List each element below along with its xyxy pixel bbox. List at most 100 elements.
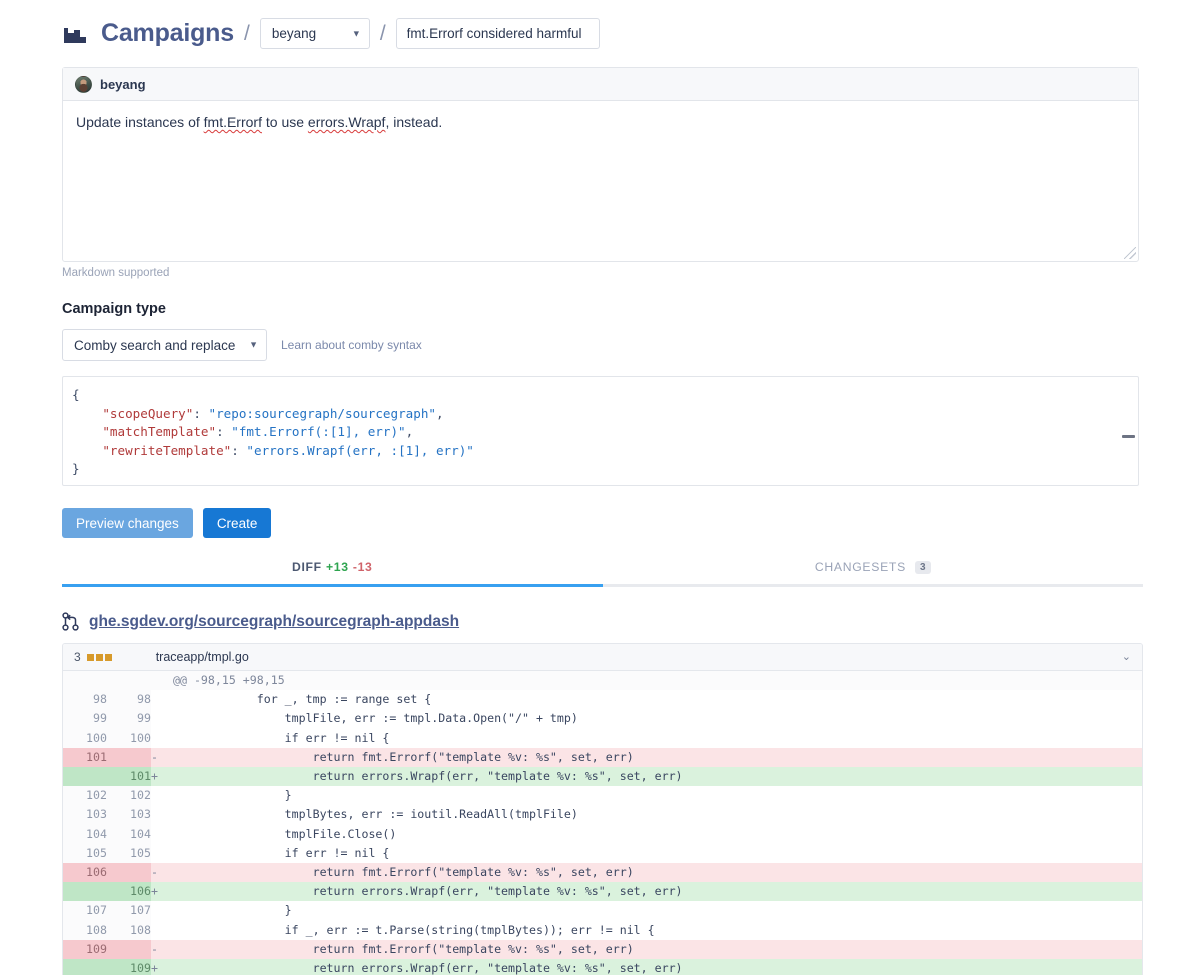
description-misspelled-2: errors.Wrapf	[307, 114, 386, 130]
campaign-spec-json-editor[interactable]: { "scopeQuery": "repo:sourcegraph/source…	[62, 376, 1139, 486]
json-value: "repo:sourcegraph/sourcegraph"	[208, 405, 436, 421]
editor-scroll-marker[interactable]	[1122, 435, 1135, 438]
json-value: "errors.Wrapf(err, :[1], err)"	[246, 442, 474, 458]
diff-line-number-new: 98	[107, 690, 151, 710]
file-diff-card: 3 traceapp/tmpl.go ⌄ @@ -98,15 +98,15 98 9…	[62, 643, 1143, 975]
diff-line-code: return errors.Wrapf(err, "template %v: %…	[173, 882, 1142, 902]
diff-row-del: 101 - return fmt.Errorf("template %v: %s"…	[63, 747, 1142, 768]
diff-row-add: 106 + return errors.Wrapf(err, "template …	[63, 882, 1142, 902]
campaign-editor-page: Campaigns / beyang ▼ / beyang Update ins…	[0, 0, 1200, 975]
diff-line-marker	[151, 824, 173, 844]
diff-line-number-new: 107	[107, 901, 151, 921]
diff-row-del: 106 - return fmt.Errorf("template %v: %s"…	[63, 863, 1142, 883]
diff-line-marker	[151, 901, 173, 921]
json-key: "matchTemplate"	[102, 424, 217, 440]
diff-line-code: for _, tmp := range set {	[173, 690, 1142, 710]
diff-line-code: if err != nil {	[173, 843, 1142, 864]
diff-row-hunk: @@ -98,15 +98,15	[63, 671, 1142, 691]
diff-line-number-old	[63, 767, 107, 787]
diff-line-number-new: 99	[107, 709, 151, 729]
tab-diff[interactable]: DIFF +13 -13	[62, 560, 603, 587]
chevron-down-icon[interactable]: ⌄	[1122, 651, 1131, 663]
json-editor-content: { "scopeQuery": "repo:sourcegraph/source…	[72, 386, 1138, 479]
diff-line-code: tmplFile, err := tmpl.Data.Open("/" + tm…	[173, 709, 1142, 729]
diff-line-number-new	[107, 939, 151, 960]
namespace-select[interactable]: beyang	[259, 18, 370, 49]
breadcrumb-separator-2: /	[379, 21, 386, 45]
breadcrumb: Campaigns / beyang ▼ /	[0, 0, 1200, 59]
changesets-count-badge: 3	[915, 561, 931, 574]
textarea-resize-handle[interactable]	[1124, 247, 1136, 259]
diff-line-number-old: 101	[63, 747, 107, 768]
json-key: "scopeQuery"	[102, 405, 194, 421]
diff-line-number-old	[63, 671, 107, 691]
diff-line-marker: +	[151, 767, 173, 787]
diff-line-number-old: 107	[63, 901, 107, 921]
create-button[interactable]: Create	[202, 508, 272, 538]
campaign-type-select[interactable]: Comby search and replace	[62, 329, 267, 361]
description-misspelled-1: fmt.Errorf	[203, 114, 262, 130]
diff-line-marker: +	[151, 959, 173, 975]
description-textarea[interactable]: Update instances of fmt.Errorf to use er…	[63, 101, 1138, 261]
diff-line-number-old: 100	[63, 728, 107, 748]
diff-line-marker: +	[151, 882, 173, 902]
diff-row-ctx: 98 98 for _, tmp := range set {	[63, 690, 1142, 710]
description-text-part-3: , instead.	[385, 114, 443, 130]
diff-line-number-new: 105	[107, 843, 151, 864]
diff-line-marker	[151, 920, 173, 940]
diff-row-add: 101 + return errors.Wrapf(err, "template …	[63, 767, 1142, 787]
json-colon: :	[231, 442, 247, 458]
campaign-name-input[interactable]	[395, 18, 600, 49]
tab-changesets[interactable]: CHANGESETS 3	[602, 560, 1143, 587]
diff-line-number-new: 106	[107, 882, 151, 902]
diff-line-number-old: 104	[63, 824, 107, 844]
diff-line-number-old: 105	[63, 843, 107, 864]
diff-row-ctx: 107 107 }	[63, 901, 1142, 921]
json-value: "fmt.Errorf(:[1], err)"	[231, 424, 406, 440]
git-branch-icon	[62, 612, 79, 631]
campaign-type-select-wrapper: Comby search and replace ▼	[62, 329, 267, 361]
diff-line-number-new	[107, 671, 151, 691]
json-colon: :	[193, 405, 209, 421]
tab-changesets-label: CHANGESETS	[814, 560, 906, 574]
diff-line-marker	[151, 671, 173, 691]
preview-changes-button[interactable]: Preview changes	[62, 508, 193, 538]
file-diff-header[interactable]: 3 traceapp/tmpl.go ⌄	[63, 644, 1142, 671]
diff-line-number-new: 109	[107, 959, 151, 975]
diff-line-number-new: 103	[107, 805, 151, 825]
file-change-count: 3	[74, 650, 81, 664]
json-close-brace: }	[72, 461, 80, 477]
diff-line-code: }	[173, 786, 1142, 806]
diff-line-number-new: 104	[107, 824, 151, 844]
json-key: "rewriteTemplate"	[102, 442, 232, 458]
page-title: Campaigns	[101, 19, 234, 47]
diff-line-number-old	[63, 882, 107, 902]
diff-line-number-old: 106	[63, 863, 107, 883]
diff-line-number-old: 102	[63, 786, 107, 806]
diff-line-marker	[151, 690, 173, 710]
diff-line-number-new: 102	[107, 786, 151, 806]
diff-line-number-old: 109	[63, 939, 107, 960]
diff-line-marker	[151, 709, 173, 729]
campaigns-bar-chart-icon	[62, 21, 92, 47]
diff-row-ctx: 103 103 tmplBytes, err := ioutil.ReadAll(…	[63, 805, 1142, 825]
namespace-select-wrapper: beyang ▼	[259, 18, 370, 49]
diff-row-ctx: 108 108 if _, err := t.Parse(string(tmplB…	[63, 920, 1142, 940]
diff-line-code: }	[173, 901, 1142, 921]
json-comma: ,	[435, 405, 444, 421]
diff-line-code: return fmt.Errorf("template %v: %s", set…	[173, 747, 1142, 768]
diff-row-add: 109 + return errors.Wrapf(err, "template …	[63, 959, 1142, 975]
json-open-brace: {	[72, 387, 80, 402]
learn-comby-syntax-link[interactable]: Learn about comby syntax	[281, 338, 422, 352]
diff-line-marker	[151, 786, 173, 806]
json-colon: :	[216, 424, 232, 440]
diff-row-ctx: 99 99 tmplFile, err := tmpl.Data.Open("/"…	[63, 709, 1142, 729]
description-text-part-1: Update instances of	[76, 114, 204, 130]
diff-line-marker	[151, 843, 173, 864]
diff-body: @@ -98,15 +98,15 98 98 for _, tmp := range…	[63, 671, 1142, 975]
results-tabs: DIFF +13 -13 CHANGESETS 3	[62, 560, 1143, 587]
change-square	[95, 653, 103, 661]
diff-line-number-old: 99	[63, 709, 107, 729]
repository-link[interactable]: ghe.sgdev.org/sourcegraph/sourcegraph-ap…	[89, 613, 459, 631]
diff-line-number-old: 103	[63, 805, 107, 825]
